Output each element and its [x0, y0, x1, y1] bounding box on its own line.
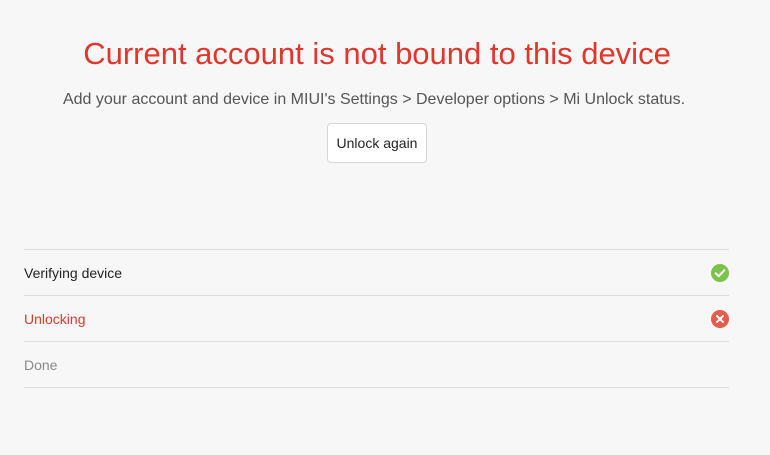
step-label: Done	[24, 356, 58, 373]
step-unlocking: Unlocking	[24, 296, 729, 342]
step-verifying-device: Verifying device	[24, 250, 729, 296]
error-title: Current account is not bound to this dev…	[83, 36, 671, 71]
cross-circle-icon	[711, 309, 729, 328]
progress-steps-list: Verifying device Unlocking Done	[24, 249, 729, 388]
step-done: Done	[24, 342, 729, 388]
step-label: Verifying device	[24, 264, 123, 281]
step-label: Unlocking	[24, 310, 86, 327]
check-circle-icon	[711, 263, 729, 282]
unlock-again-button[interactable]: Unlock again	[327, 123, 427, 163]
instructions-text: Add your account and device in MIUI's Se…	[62, 91, 686, 108]
